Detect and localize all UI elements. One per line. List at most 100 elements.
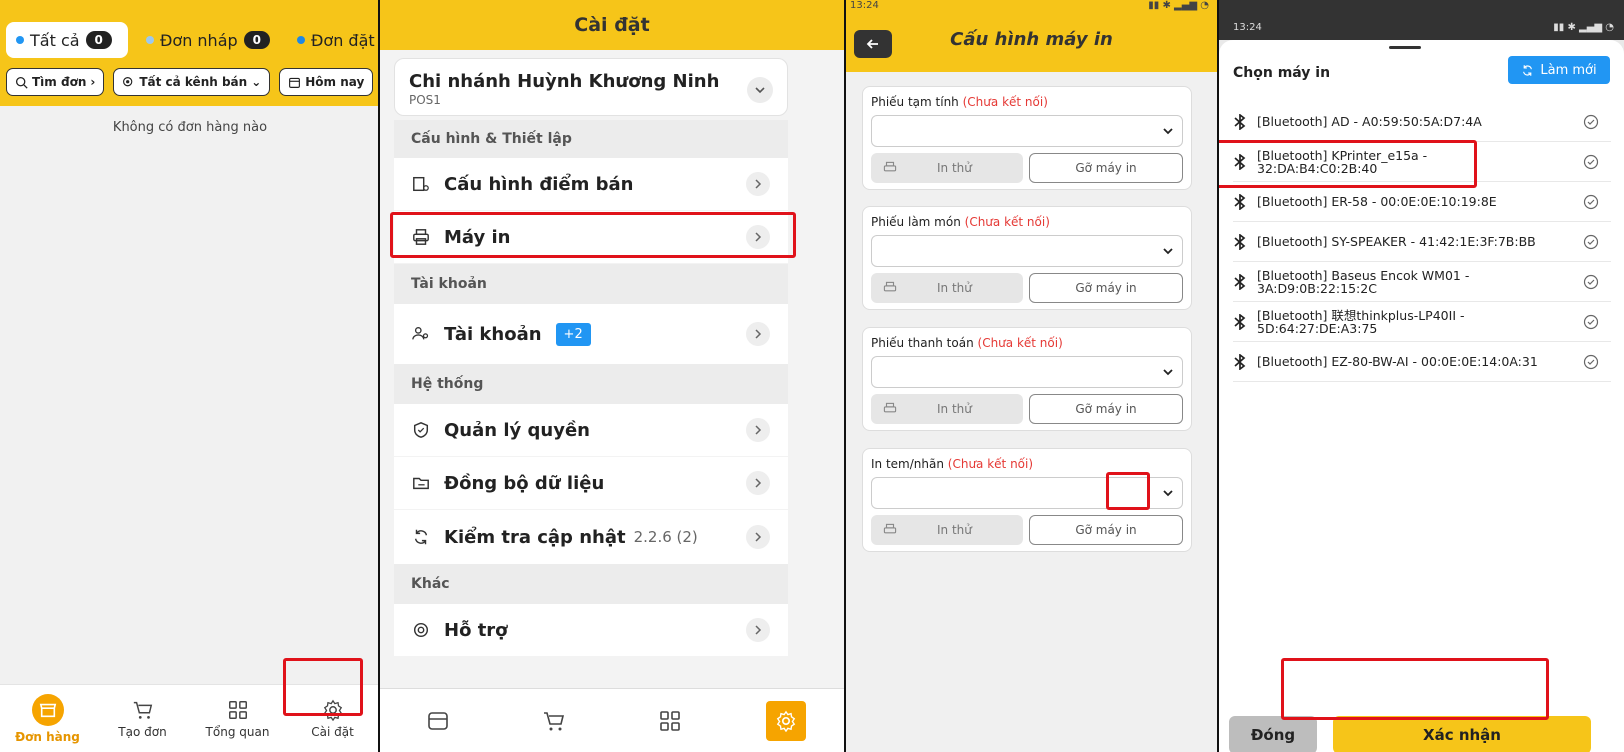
printer-device-item[interactable]: [Bluetooth] SY-SPEAKER - 41:42:1E:3F:7B:… xyxy=(1233,222,1611,262)
account-label: Tài khoản xyxy=(444,323,542,345)
slot-status: (Chưa kết nối) xyxy=(977,336,1063,350)
nav-settings-label: Cài đặt xyxy=(311,724,354,739)
account-badge: +2 xyxy=(555,322,591,346)
printer-label: Máy in xyxy=(444,226,511,248)
pos-config-item[interactable]: Cấu hình điểm bán xyxy=(394,158,788,210)
printer-device-item[interactable]: [Bluetooth] Baseus Encok WM01 - 3A:D9:0B… xyxy=(1233,262,1611,302)
check-circle-icon xyxy=(1583,154,1599,169)
printer-select[interactable] xyxy=(871,115,1183,147)
test-print-button[interactable]: In thử xyxy=(871,153,1023,183)
sync-label: Đồng bộ dữ liệu xyxy=(444,472,605,494)
permissions-item[interactable]: Quản lý quyền xyxy=(394,404,788,456)
nav-create-order[interactable]: Tạo đơn xyxy=(95,685,190,752)
printer-device-item[interactable]: [Bluetooth] ER-58 - 00:0E:0E:10:19:8E xyxy=(1233,182,1611,222)
bottom-nav xyxy=(380,688,844,752)
printer-item[interactable]: Máy in xyxy=(394,211,788,263)
tab-drafts[interactable]: Đơn nháp 0 xyxy=(146,22,271,58)
choose-printer-screen: 13:24 ▮▮ ✱ ▂▄▆ ◔ Chọn máy in Làm mới [Bl… xyxy=(1219,0,1624,752)
status-bar: 13:24 ▮▮ ✱ ▂▄▆ ◔ xyxy=(1219,0,1624,40)
printer-slot-card: Phiếu tạm tính (Chưa kết nối) In thử Gỡ … xyxy=(862,86,1192,190)
date-label: Hôm nay xyxy=(305,75,365,89)
test-print-label: In thử xyxy=(937,281,972,295)
grid-icon xyxy=(660,710,680,731)
sheet-title: Chọn máy in xyxy=(1233,65,1331,81)
device-name: [Bluetooth] 联想thinkplus-LP40II - 5D:64:2… xyxy=(1257,307,1465,336)
chevron-down-icon xyxy=(1163,490,1173,497)
printer-device-item[interactable]: [Bluetooth] AD - A0:59:50:5A:D7:4A xyxy=(1233,102,1611,142)
printer-slot-card: Phiếu làm món (Chưa kết nối) In thử Gỡ m… xyxy=(862,206,1192,310)
nav-create-order[interactable] xyxy=(496,689,612,752)
tab-reservations-label: Đơn đặt xyxy=(311,30,375,50)
channel-filter[interactable]: Tất cả kênh bán ⌄ xyxy=(113,68,271,96)
chevron-down-icon xyxy=(1163,369,1173,376)
search-icon xyxy=(15,76,28,89)
remove-printer-button[interactable]: Gỡ máy in xyxy=(1029,515,1183,545)
check-update-item[interactable]: Kiểm tra cập nhật 2.2.6 (2) xyxy=(394,510,788,564)
device-name: [Bluetooth] Baseus Encok WM01 - 3A:D9:0B… xyxy=(1257,267,1470,296)
status-dot xyxy=(297,36,305,44)
grid-icon xyxy=(228,700,247,719)
nav-overview[interactable]: Tổng quan xyxy=(190,685,285,752)
test-print-button[interactable]: In thử xyxy=(871,273,1023,303)
test-print-button[interactable]: In thử xyxy=(871,515,1023,545)
back-button[interactable] xyxy=(854,30,892,58)
search-orders-button[interactable]: Tìm đơn › xyxy=(6,68,105,96)
test-print-button[interactable]: In thử xyxy=(871,394,1023,424)
users-icon xyxy=(412,327,429,340)
chevron-down-icon xyxy=(747,77,773,103)
tab-drafts-count: 0 xyxy=(243,31,271,49)
nav-overview[interactable] xyxy=(612,689,728,752)
nav-orders[interactable] xyxy=(380,689,496,752)
printer-device-item[interactable]: [Bluetooth] 联想thinkplus-LP40II - 5D:64:2… xyxy=(1233,302,1611,342)
tab-reservations[interactable]: Đơn đặt xyxy=(297,22,375,58)
printer-device-item[interactable]: [Bluetooth] KPrinter_e15a - 32:DA:B4:C0:… xyxy=(1233,142,1611,182)
printer-icon xyxy=(413,229,429,245)
printer-select[interactable] xyxy=(871,356,1183,388)
nav-create-label: Tạo đơn xyxy=(118,724,167,739)
check-update-label: Kiểm tra cập nhật xyxy=(444,526,626,548)
nav-orders[interactable]: Đơn hàng xyxy=(0,685,95,752)
status-icons: ▮▮ ✱ ▂▄▆ ◔ xyxy=(1553,22,1614,33)
account-item[interactable]: Tài khoản +2 xyxy=(394,304,788,364)
confirm-button[interactable]: Xác nhận xyxy=(1333,716,1591,752)
calendar-icon xyxy=(289,77,301,88)
printer-device-item[interactable]: [Bluetooth] EZ-80-BW-AI - 00:0E:0E:14:0A… xyxy=(1233,342,1611,382)
slot-status: (Chưa kết nối) xyxy=(964,215,1050,229)
printer-select[interactable] xyxy=(871,477,1183,509)
gear-icon xyxy=(766,700,806,741)
refresh-button[interactable]: Làm mới xyxy=(1508,56,1610,84)
close-button[interactable]: Đóng xyxy=(1229,716,1317,752)
branch-selector[interactable]: Chi nhánh Huỳnh Khương Ninh POS1 xyxy=(394,58,788,116)
check-circle-icon xyxy=(1583,354,1599,369)
printer-select[interactable] xyxy=(871,235,1183,267)
section-account: Tài khoản xyxy=(394,264,788,304)
status-bar: 13:24 ▮▮ ✱ ▂▄▆ ◔ xyxy=(846,0,1217,15)
tab-all-label: Tất cả xyxy=(30,30,80,50)
check-circle-icon xyxy=(1583,234,1599,249)
settings-screen: Cài đặt Chi nhánh Huỳnh Khương Ninh POS1… xyxy=(380,0,844,752)
clock: 13:24 xyxy=(850,0,879,11)
remove-printer-button[interactable]: Gỡ máy in xyxy=(1029,153,1183,183)
bluetooth-icon xyxy=(1234,233,1246,250)
slot-name: Phiếu làm món xyxy=(871,215,961,229)
test-print-label: In thử xyxy=(937,161,972,175)
date-filter[interactable]: Hôm nay xyxy=(279,68,374,96)
remove-printer-button[interactable]: Gỡ máy in xyxy=(1029,394,1183,424)
bottom-nav: Đơn hàng Tạo đơn Tổng quan Cài đặt xyxy=(0,684,380,752)
permissions-label: Quản lý quyền xyxy=(444,419,590,441)
printer-picker-sheet: Chọn máy in Làm mới [Bluetooth] AD - A0:… xyxy=(1219,40,1624,752)
nav-settings[interactable] xyxy=(728,689,844,752)
remove-printer-button[interactable]: Gỡ máy in xyxy=(1029,273,1183,303)
nav-settings[interactable]: Cài đặt xyxy=(285,685,380,752)
refresh-label: Làm mới xyxy=(1540,62,1597,78)
chevron-right-icon xyxy=(746,418,770,442)
tab-all[interactable]: Tất cả 0 xyxy=(6,22,128,58)
tab-drafts-label: Đơn nháp xyxy=(160,30,238,50)
drag-handle[interactable] xyxy=(1389,46,1421,49)
printer-slot-card: Phiếu thanh toán (Chưa kết nối) In thử G… xyxy=(862,327,1192,431)
arrow-left-icon xyxy=(866,39,878,49)
printer-icon xyxy=(883,402,897,413)
sync-item[interactable]: Đồng bộ dữ liệu xyxy=(394,457,788,509)
support-item[interactable]: Hỗ trợ xyxy=(394,604,788,656)
bluetooth-icon xyxy=(1234,153,1246,170)
